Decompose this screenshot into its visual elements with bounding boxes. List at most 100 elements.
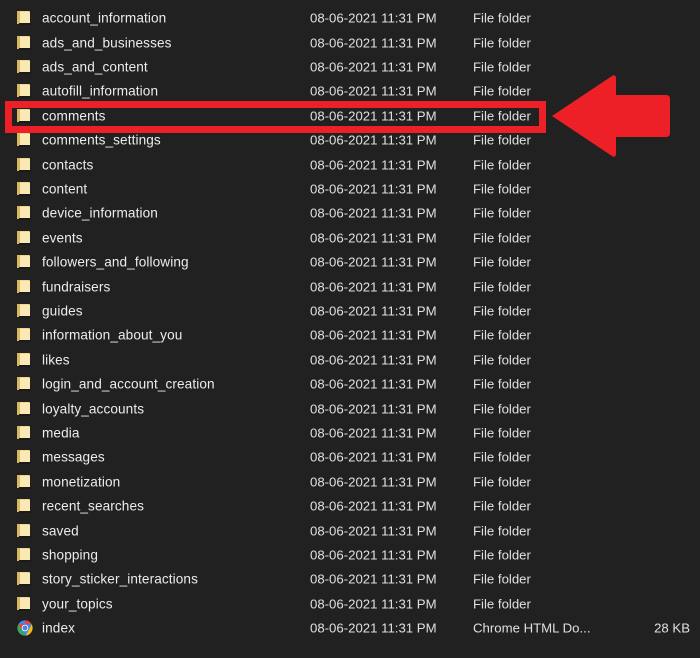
file-name: saved <box>42 523 79 539</box>
file-name: recent_searches <box>42 498 144 514</box>
folder-icon <box>17 10 34 26</box>
file-date-modified: 08-06-2021 11:31 PM <box>310 352 437 368</box>
folder-icon <box>17 83 34 99</box>
file-name: guides <box>42 303 83 319</box>
folder-icon <box>17 425 34 441</box>
file-type: File folder <box>473 449 531 465</box>
file-name: information_about_you <box>42 327 183 343</box>
file-type: File folder <box>473 157 531 173</box>
file-date-modified: 08-06-2021 11:31 PM <box>310 230 437 246</box>
table-row[interactable]: your_topics 08-06-2021 11:31 PM File folde… <box>0 592 700 616</box>
table-row[interactable]: ads_and_businesses 08-06-2021 11:31 PM Fil… <box>0 30 700 54</box>
table-row[interactable]: loyalty_accounts 08-06-2021 11:31 PM File … <box>0 396 700 420</box>
folder-icon <box>17 523 34 539</box>
file-date-modified: 08-06-2021 11:31 PM <box>310 303 437 319</box>
file-type: File folder <box>473 352 531 368</box>
file-type: File folder <box>473 132 531 148</box>
table-row[interactable]: content 08-06-2021 11:31 PM File folder <box>0 177 700 201</box>
file-type: File folder <box>473 230 531 246</box>
table-row[interactable]: shopping 08-06-2021 11:31 PM File folder <box>0 543 700 567</box>
file-type: File folder <box>473 254 531 270</box>
file-name: autofill_information <box>42 83 159 99</box>
file-type: File folder <box>473 425 531 441</box>
file-date-modified: 08-06-2021 11:31 PM <box>310 498 437 514</box>
file-type: File folder <box>473 474 531 490</box>
folder-icon <box>17 547 34 563</box>
file-name: media <box>42 425 80 441</box>
file-type: File folder <box>473 401 531 417</box>
file-date-modified: 08-06-2021 11:31 PM <box>310 327 437 343</box>
table-row[interactable]: index 08-06-2021 11:31 PM Chrome HTML Do..… <box>0 616 700 640</box>
file-type: File folder <box>473 571 531 587</box>
file-name: ads_and_businesses <box>42 35 172 51</box>
file-name: account_information <box>42 10 167 26</box>
folder-icon <box>17 59 34 75</box>
file-name: messages <box>42 449 105 465</box>
folder-icon <box>17 303 34 319</box>
table-row[interactable]: events 08-06-2021 11:31 PM File folder <box>0 226 700 250</box>
folder-icon <box>17 449 34 465</box>
file-name: device_information <box>42 205 158 221</box>
file-date-modified: 08-06-2021 11:31 PM <box>310 425 437 441</box>
file-date-modified: 08-06-2021 11:31 PM <box>310 401 437 417</box>
folder-icon <box>17 498 34 514</box>
file-date-modified: 08-06-2021 11:31 PM <box>310 157 437 173</box>
file-date-modified: 08-06-2021 11:31 PM <box>310 376 437 392</box>
table-row[interactable]: account_information 08-06-2021 11:31 PM Fi… <box>0 6 700 30</box>
file-date-modified: 08-06-2021 11:31 PM <box>310 449 437 465</box>
table-row[interactable]: likes 08-06-2021 11:31 PM File folder <box>0 348 700 372</box>
folder-icon <box>17 181 34 197</box>
folder-icon <box>17 254 34 270</box>
file-name: comments <box>42 108 106 124</box>
file-type: File folder <box>473 108 531 124</box>
folder-icon <box>17 352 34 368</box>
table-row[interactable]: messages 08-06-2021 11:31 PM File folder <box>0 445 700 469</box>
file-date-modified: 08-06-2021 11:31 PM <box>310 132 437 148</box>
file-size: 28 KB <box>654 620 690 636</box>
folder-icon <box>17 205 34 221</box>
file-date-modified: 08-06-2021 11:31 PM <box>310 108 437 124</box>
table-row[interactable]: story_sticker_interactions 08-06-2021 11:… <box>0 567 700 591</box>
file-date-modified: 08-06-2021 11:31 PM <box>310 181 437 197</box>
table-row[interactable]: information_about_you 08-06-2021 11:31 PM… <box>0 323 700 347</box>
folder-icon <box>17 230 34 246</box>
file-type: File folder <box>473 327 531 343</box>
file-type: File folder <box>473 10 531 26</box>
file-type: File folder <box>473 35 531 51</box>
file-date-modified: 08-06-2021 11:31 PM <box>310 547 437 563</box>
folder-icon <box>17 327 34 343</box>
table-row[interactable]: login_and_account_creation 08-06-2021 11:… <box>0 372 700 396</box>
file-type: File folder <box>473 376 531 392</box>
folder-icon <box>17 132 34 148</box>
file-name: loyalty_accounts <box>42 401 145 417</box>
file-date-modified: 08-06-2021 11:31 PM <box>310 83 437 99</box>
file-date-modified: 08-06-2021 11:31 PM <box>310 254 437 270</box>
file-name: fundraisers <box>42 279 111 295</box>
table-row[interactable]: fundraisers 08-06-2021 11:31 PM File folde… <box>0 274 700 298</box>
file-type: File folder <box>473 303 531 319</box>
table-row[interactable]: guides 08-06-2021 11:31 PM File folder <box>0 299 700 323</box>
table-row[interactable]: monetization 08-06-2021 11:31 PM File fold… <box>0 470 700 494</box>
file-date-modified: 08-06-2021 11:31 PM <box>310 571 437 587</box>
file-date-modified: 08-06-2021 11:31 PM <box>310 10 437 26</box>
file-date-modified: 08-06-2021 11:31 PM <box>310 523 437 539</box>
file-date-modified: 08-06-2021 11:31 PM <box>310 620 437 636</box>
folder-icon <box>17 157 34 173</box>
folder-icon <box>17 376 34 392</box>
table-row[interactable]: saved 08-06-2021 11:31 PM File folder <box>0 518 700 542</box>
folder-icon <box>17 108 34 124</box>
file-name: login_and_account_creation <box>42 376 215 392</box>
folder-icon <box>17 35 34 51</box>
table-row[interactable]: recent_searches 08-06-2021 11:31 PM File f… <box>0 494 700 518</box>
file-type: Chrome HTML Do... <box>473 620 591 636</box>
table-row[interactable]: device_information 08-06-2021 11:31 PM Fil… <box>0 201 700 225</box>
file-date-modified: 08-06-2021 11:31 PM <box>310 279 437 295</box>
red-arrow-annotation <box>550 72 672 160</box>
file-name: contacts <box>42 157 94 173</box>
table-row[interactable]: followers_and_following 08-06-2021 11:31 … <box>0 250 700 274</box>
file-name: followers_and_following <box>42 254 189 270</box>
folder-icon <box>17 401 34 417</box>
table-row[interactable]: media 08-06-2021 11:31 PM File folder <box>0 421 700 445</box>
file-type: File folder <box>473 83 531 99</box>
file-name: monetization <box>42 474 121 490</box>
